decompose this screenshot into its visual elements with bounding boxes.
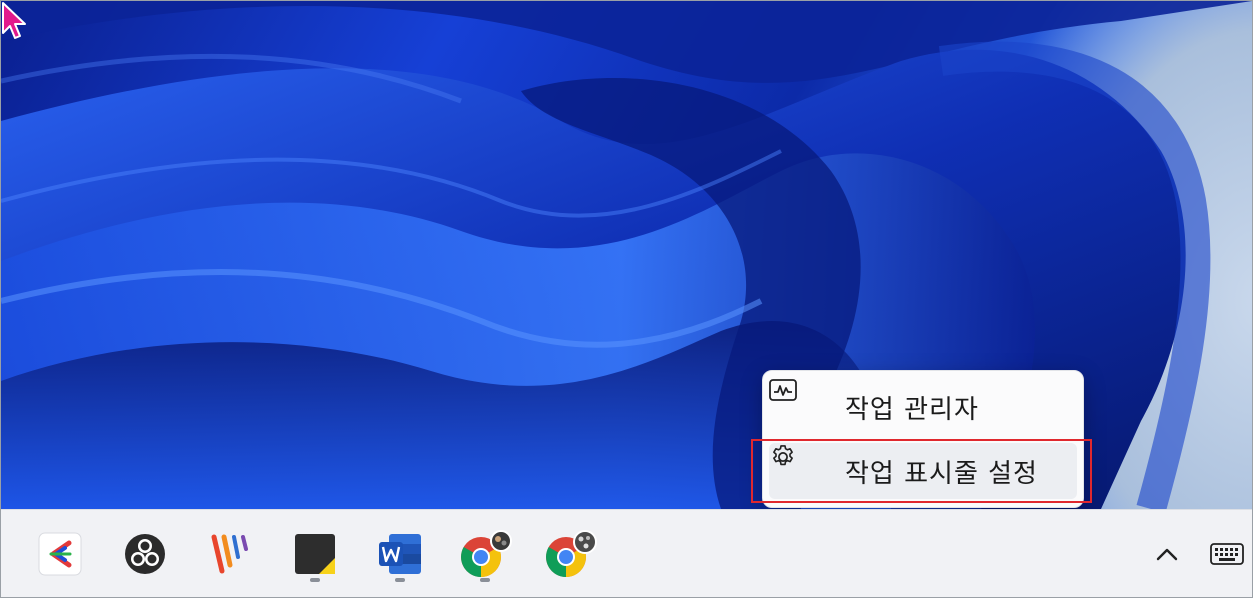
taskbar-app-stripes[interactable]	[198, 522, 262, 586]
running-indicator	[395, 578, 405, 582]
obs-studio-icon	[125, 534, 165, 574]
taskbar-app-ezpdf[interactable]	[28, 522, 92, 586]
highlight-annotation-box	[751, 439, 1092, 503]
screenshot-frame: 작업 관리자 작업 표시줄 설정	[0, 0, 1253, 598]
sticky-notes-icon	[295, 534, 335, 574]
desktop-wallpaper: 작업 관리자 작업 표시줄 설정	[1, 1, 1252, 509]
menu-item-task-manager[interactable]: 작업 관리자	[769, 379, 1077, 435]
taskbar	[1, 509, 1252, 597]
tray-touch-keyboard-button[interactable]	[1206, 532, 1248, 576]
chevron-up-icon	[1156, 548, 1178, 561]
keyboard-icon	[1210, 543, 1244, 565]
chrome-profile-1-icon	[461, 530, 512, 577]
taskbar-app-obs[interactable]	[113, 522, 177, 586]
word-icon	[379, 534, 421, 574]
taskbar-app-chrome-profile-1[interactable]	[453, 522, 517, 586]
running-indicator	[480, 578, 490, 582]
taskbar-app-sticky-notes[interactable]	[283, 522, 347, 586]
menu-item-label: 작업 관리자	[845, 394, 979, 425]
task-manager-icon	[769, 379, 819, 422]
taskbar-app-chrome-profile-2[interactable]	[538, 522, 602, 586]
colorful-stripes-app-icon	[211, 534, 248, 574]
running-indicator	[310, 578, 320, 582]
chrome-profile-2-icon	[546, 530, 597, 577]
tray-overflow-button[interactable]	[1149, 532, 1185, 576]
taskbar-app-word[interactable]	[368, 522, 432, 586]
mouse-cursor-icon	[2, 2, 26, 39]
ezpdf-app-icon	[38, 532, 82, 576]
